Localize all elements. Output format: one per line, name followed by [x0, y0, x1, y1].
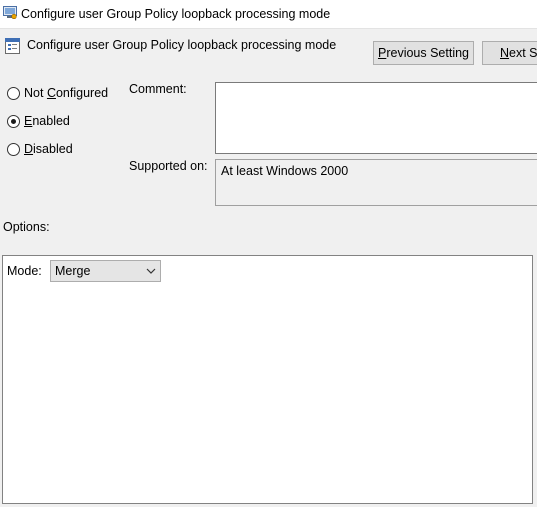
options-label: Options:	[3, 220, 50, 234]
comment-textarea[interactable]	[215, 82, 537, 154]
title-bar: Configure user Group Policy loopback pro…	[0, 0, 537, 29]
mode-dropdown-value: Merge	[55, 264, 91, 278]
radio-post: nabled	[32, 114, 70, 128]
supported-on-label: Supported on:	[129, 159, 208, 173]
radio-circle	[7, 87, 20, 100]
supported-on-value: At least Windows 2000	[215, 159, 537, 206]
gpo-window-icon	[3, 6, 17, 19]
next-setting-button[interactable]: Next Se	[482, 41, 537, 65]
policy-setting-dialog: Configure user Group Policy loopback pro…	[0, 0, 537, 507]
radio-not-configured-label: Not Configured	[24, 86, 108, 100]
radio-pre: Not	[24, 86, 47, 100]
comment-label: Comment:	[129, 82, 187, 96]
next-label: ext Se	[509, 46, 537, 60]
radio-circle	[7, 143, 20, 156]
radio-disabled-label: Disabled	[24, 142, 73, 156]
radio-circle	[7, 115, 20, 128]
chevron-down-icon	[146, 268, 156, 274]
mode-label: Mode:	[7, 264, 42, 278]
radio-enabled-label: Enabled	[24, 114, 70, 128]
radio-mnemonic: D	[24, 142, 34, 156]
policy-setting-icon	[5, 38, 20, 54]
radio-selected-dot	[11, 119, 16, 124]
previous-label: revious Setting	[386, 46, 470, 60]
window-title: Configure user Group Policy loopback pro…	[21, 7, 331, 21]
next-mnemonic: N	[500, 46, 510, 60]
radio-mnemonic: C	[46, 86, 56, 100]
policy-name: Configure user Group Policy loopback pro…	[27, 38, 337, 52]
mode-dropdown[interactable]: Merge	[50, 260, 161, 282]
previous-setting-button[interactable]: Previous Setting	[373, 41, 474, 65]
radio-post: onfigured	[55, 86, 109, 100]
options-panel: Mode: Merge	[2, 255, 533, 504]
radio-post: isabled	[33, 142, 73, 156]
